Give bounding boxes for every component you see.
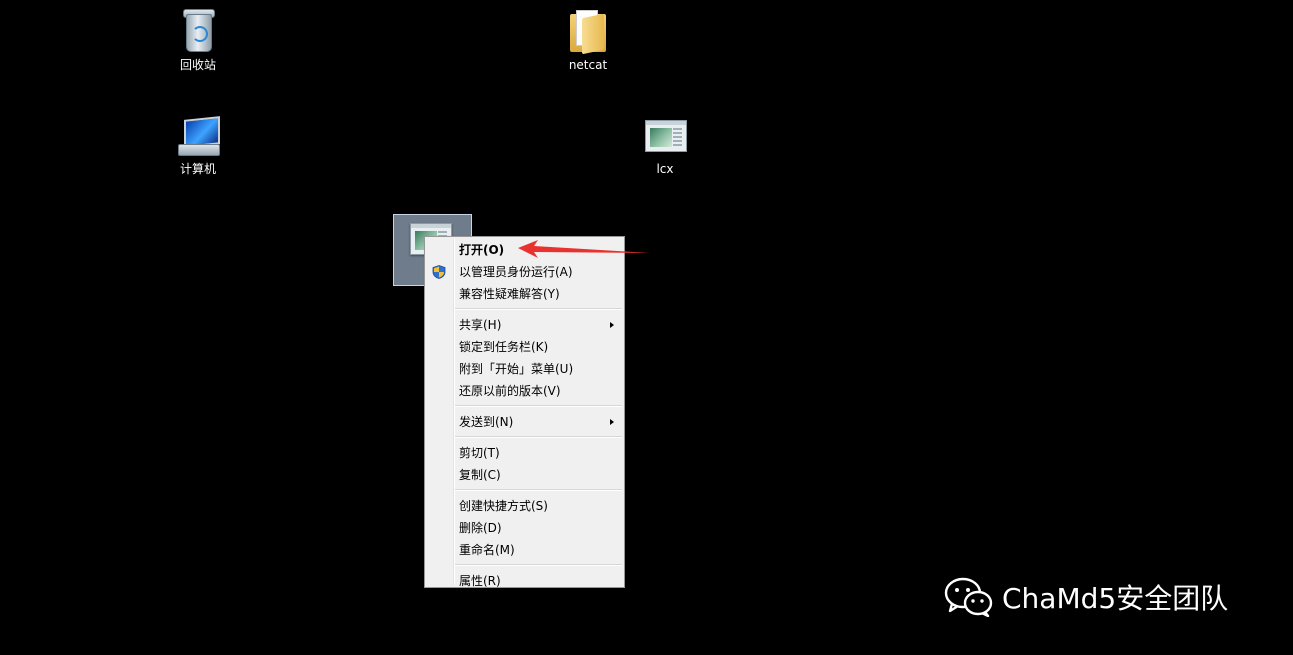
annotation-arrow-icon xyxy=(518,240,650,258)
menu-item-label: 以管理员身份运行(A) xyxy=(459,265,573,279)
menu-separator xyxy=(455,489,622,491)
menu-item-restore-previous-versions[interactable]: 还原以前的版本(V) xyxy=(425,380,624,402)
watermark: ChaMd5安全团队 xyxy=(944,577,1228,617)
menu-item-label: 共享(H) xyxy=(459,318,502,332)
menu-item-delete[interactable]: 删除(D) xyxy=(425,517,624,539)
menu-item-copy[interactable]: 复制(C) xyxy=(425,464,624,486)
menu-item-open[interactable]: 打开(O) xyxy=(425,239,624,261)
menu-item-compatibility-troubleshoot[interactable]: 兼容性疑难解答(Y) xyxy=(425,283,624,305)
menu-separator xyxy=(455,436,622,438)
desktop-icon-label: 回收站 xyxy=(179,58,216,72)
menu-item-rename[interactable]: 重命名(M) xyxy=(425,539,624,561)
desktop-icon-recycle-bin[interactable]: 回收站 xyxy=(158,6,238,72)
menu-item-label: 附到「开始」菜单(U) xyxy=(459,362,574,376)
menu-item-label: 剪切(T) xyxy=(459,446,500,460)
menu-item-send-to[interactable]: 发送到(N) xyxy=(425,411,624,433)
menu-item-properties[interactable]: 属性(R) xyxy=(425,570,624,592)
context-menu: 打开(O) 以管理员身份运行(A) 兼容性疑难解答(Y) 共享(H) 锁定到任务… xyxy=(424,236,625,588)
menu-item-create-shortcut[interactable]: 创建快捷方式(S) xyxy=(425,495,624,517)
submenu-arrow-icon xyxy=(610,322,614,328)
menu-item-label: 复制(C) xyxy=(459,468,501,482)
application-window-icon xyxy=(641,110,689,158)
menu-separator xyxy=(455,564,622,566)
menu-item-label: 创建快捷方式(S) xyxy=(459,499,548,513)
menu-item-pin-to-start[interactable]: 附到「开始」菜单(U) xyxy=(425,358,624,380)
menu-item-label: 锁定到任务栏(K) xyxy=(459,340,549,354)
wechat-icon xyxy=(944,577,993,617)
uac-shield-icon xyxy=(432,265,446,279)
folder-icon xyxy=(564,6,612,55)
menu-item-label: 删除(D) xyxy=(459,521,502,535)
desktop-icon-label: lcx xyxy=(656,162,674,176)
menu-item-label: 发送到(N) xyxy=(459,415,514,429)
menu-item-run-as-admin[interactable]: 以管理员身份运行(A) xyxy=(425,261,624,283)
menu-separator xyxy=(455,308,622,310)
menu-item-pin-to-taskbar[interactable]: 锁定到任务栏(K) xyxy=(425,336,624,358)
submenu-arrow-icon xyxy=(610,419,614,425)
menu-item-cut[interactable]: 剪切(T) xyxy=(425,442,624,464)
desktop-icon-label: netcat xyxy=(568,58,608,72)
desktop-icon-label: 计算机 xyxy=(179,162,216,176)
desktop-icon-lcx[interactable]: lcx xyxy=(625,110,705,176)
recycle-bin-icon xyxy=(174,6,222,54)
menu-item-label: 属性(R) xyxy=(459,574,501,588)
menu-item-label: 重命名(M) xyxy=(459,543,515,557)
watermark-text: ChaMd5安全团队 xyxy=(1002,582,1229,615)
desktop-icon-computer[interactable]: 计算机 xyxy=(158,110,238,176)
desktop-icon-netcat[interactable]: netcat xyxy=(548,6,628,72)
menu-item-label: 兼容性疑难解答(Y) xyxy=(459,287,560,301)
menu-item-label: 还原以前的版本(V) xyxy=(459,384,561,398)
menu-separator xyxy=(455,405,622,407)
computer-icon xyxy=(174,110,222,158)
menu-item-label: 打开(O) xyxy=(459,243,505,257)
menu-item-share[interactable]: 共享(H) xyxy=(425,314,624,336)
